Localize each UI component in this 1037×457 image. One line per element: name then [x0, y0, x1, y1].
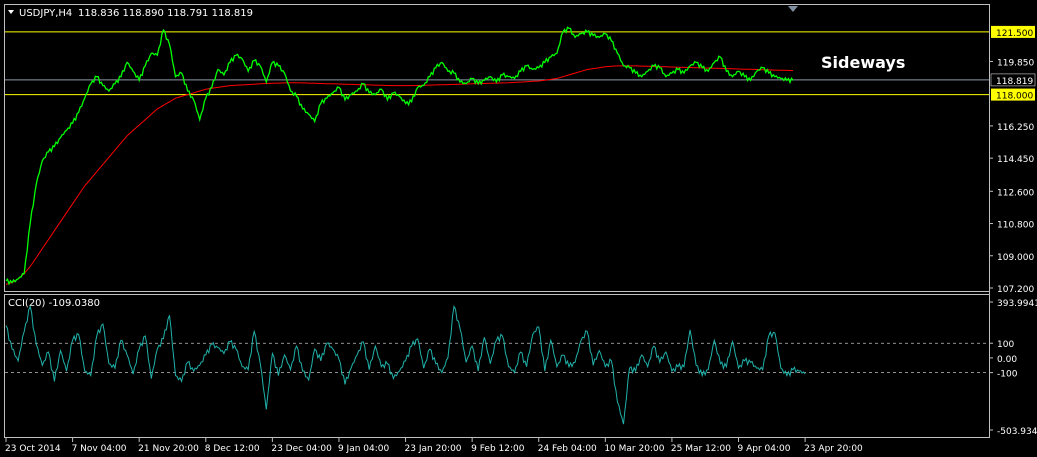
price-series — [5, 26, 794, 286]
main-chart-frame — [4, 4, 990, 292]
indicator-frame — [4, 294, 990, 438]
series-ma — [5, 65, 794, 285]
price-tick-label: 114.450 — [997, 155, 1034, 165]
time-tick-label: 24 Feb 04:00 — [538, 444, 597, 454]
time-tick-label: 23 Jan 20:00 — [405, 444, 462, 454]
time-tick-label: 9 Apr 04:00 — [738, 444, 791, 454]
time-tick-label: 23 Oct 2014 — [5, 444, 61, 454]
time-tick-label: 21 Nov 20:00 — [138, 444, 199, 454]
level-label: 121.500 — [996, 29, 1033, 39]
cci-axis-ticks: 393.9941 100 0.00 -100 -503.9344 — [989, 299, 1037, 437]
cci-series — [5, 304, 806, 425]
cci-tick-label: 0.00 — [997, 355, 1017, 365]
time-tick-label: 23 Dec 04:00 — [271, 444, 332, 454]
dropdown-triangle-icon[interactable] — [8, 10, 14, 14]
price-tick-label: 107.200 — [997, 285, 1034, 295]
symbol-label: USDJPY,H4 — [19, 8, 72, 19]
trading-chart[interactable]: USDJPY,H4 118.836 118.890 118.791 118.81… — [0, 0, 1037, 457]
time-tick-label: 9 Feb 12:00 — [471, 444, 525, 454]
series-usdjpy — [5, 26, 794, 286]
price-tick-label: 112.600 — [997, 188, 1034, 198]
price-tick-label: 109.000 — [997, 253, 1034, 263]
time-tick-label: 23 Apr 20:00 — [804, 444, 863, 454]
sideways-annotation: Sideways — [821, 53, 905, 72]
level-label: 118.000 — [996, 92, 1033, 102]
price-axis-ticks: 119.850 116.250 114.450 112.600 110.800 109.0… — [989, 25, 1036, 295]
time-tick-label: 8 Dec 12:00 — [205, 444, 260, 454]
cci-levels — [5, 342, 989, 374]
cci-tick-label: -503.9344 — [997, 427, 1037, 437]
time-tick-label: 25 Mar 12:00 — [671, 444, 731, 454]
cci-tick-label: 393.9941 — [997, 299, 1037, 309]
chart-shift-marker-icon[interactable] — [788, 6, 798, 12]
cci-tick-label: 100 — [997, 340, 1014, 350]
time-tick-label: 10 Mar 20:00 — [604, 444, 664, 454]
cci-label: CCI(20) -109.0380 — [8, 298, 100, 309]
time-tick-label: 9 Jan 04:00 — [338, 444, 390, 454]
cci-tick-label: -100 — [997, 370, 1018, 380]
price-tick-label: 110.800 — [997, 221, 1034, 231]
time-tick-label: 7 Nov 04:00 — [72, 444, 127, 454]
time-axis: 23 Oct 2014 7 Nov 04:00 21 Nov 20:00 8 Dec … — [5, 438, 863, 454]
price-tick-label: 116.250 — [997, 123, 1034, 133]
ohlc-label: 118.836 118.890 118.791 118.819 — [78, 8, 253, 19]
series-cci — [5, 304, 806, 425]
current-price-label: 118.819 — [996, 77, 1033, 87]
price-tick-label: 119.850 — [997, 58, 1034, 68]
